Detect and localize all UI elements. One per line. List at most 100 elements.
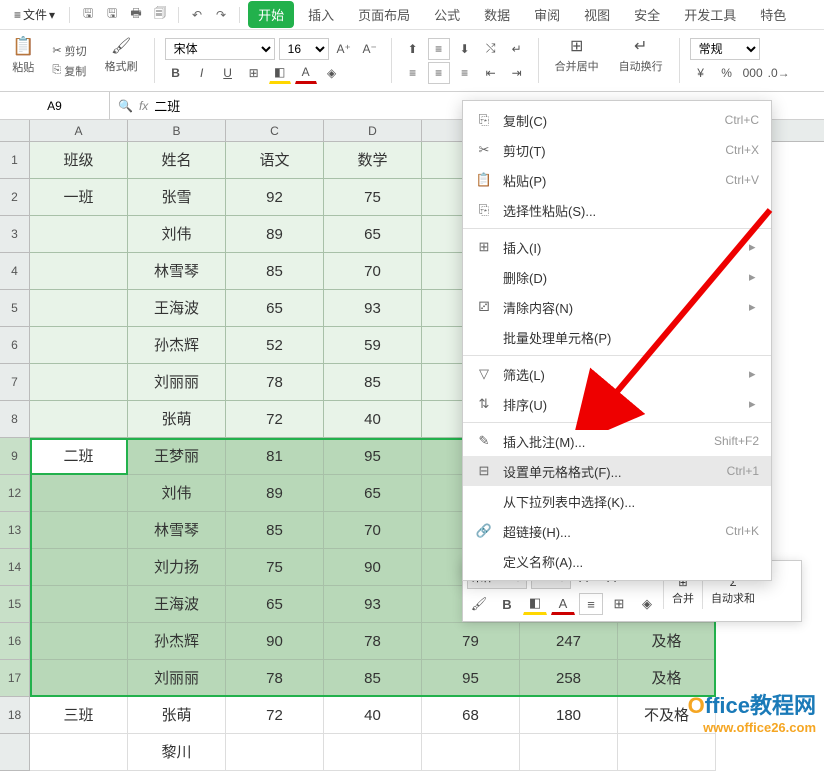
col-header-A[interactable]: A [30, 120, 128, 141]
row-header[interactable]: 5 [0, 290, 30, 327]
tab-special[interactable]: 特色 [750, 1, 796, 28]
cell[interactable] [30, 734, 128, 771]
cell[interactable]: 79 [422, 623, 520, 660]
cell[interactable]: 70 [324, 512, 422, 549]
tab-review[interactable]: 审阅 [524, 1, 570, 28]
print-preview-icon[interactable]: 🗐 [150, 5, 170, 25]
context-menu-item[interactable]: 定义名称(A)... [463, 546, 771, 576]
cell[interactable]: 72 [226, 697, 324, 734]
save-as-icon[interactable]: 🖫 [102, 5, 122, 25]
row-header[interactable]: 18 [0, 697, 30, 734]
save-icon[interactable]: 🖫 [78, 5, 98, 25]
font-name-select[interactable]: 宋体 [165, 38, 275, 60]
fill-color-button[interactable]: ◧ [269, 62, 291, 84]
cell[interactable]: 95 [422, 660, 520, 697]
mini-clear-icon[interactable]: ◈ [635, 593, 659, 615]
cell[interactable]: 刘丽丽 [128, 364, 226, 401]
cell[interactable]: 及格 [618, 623, 716, 660]
row-header[interactable]: 7 [0, 364, 30, 401]
cell[interactable]: 68 [422, 697, 520, 734]
cell[interactable] [30, 549, 128, 586]
align-bottom-icon[interactable]: ⬇ [454, 38, 476, 60]
undo-icon[interactable]: ↶ [187, 5, 207, 25]
cell[interactable]: 258 [520, 660, 618, 697]
align-right-icon[interactable]: ≡ [454, 62, 476, 84]
cell[interactable] [324, 734, 422, 771]
cell[interactable]: 张雪 [128, 179, 226, 216]
row-header[interactable] [0, 734, 30, 771]
mini-format-painter-icon[interactable]: 🖌 [467, 593, 491, 615]
decrease-indent-icon[interactable]: ⇤ [480, 62, 502, 84]
cell[interactable]: 王海波 [128, 586, 226, 623]
context-menu-item[interactable]: 📋粘贴(P)Ctrl+V [463, 165, 771, 195]
cell[interactable]: 林雪琴 [128, 512, 226, 549]
cell[interactable] [520, 734, 618, 771]
cell[interactable]: 65 [324, 216, 422, 253]
context-menu-item[interactable]: ✎插入批注(M)...Shift+F2 [463, 426, 771, 456]
cell[interactable]: 78 [226, 660, 324, 697]
tab-view[interactable]: 视图 [574, 1, 620, 28]
cell[interactable]: 张萌 [128, 401, 226, 438]
cell[interactable] [618, 734, 716, 771]
context-menu-item[interactable]: ▽筛选(L)▸ [463, 359, 771, 389]
mini-bold-button[interactable]: B [495, 593, 519, 615]
cell[interactable] [30, 586, 128, 623]
cell[interactable]: 语文 [226, 142, 324, 179]
cell[interactable]: 85 [226, 253, 324, 290]
currency-icon[interactable]: ¥ [690, 62, 712, 84]
cell[interactable]: 刘力扬 [128, 549, 226, 586]
cell[interactable]: 93 [324, 586, 422, 623]
row-header[interactable]: 8 [0, 401, 30, 438]
cell[interactable]: 孙杰辉 [128, 327, 226, 364]
increase-decimal-icon[interactable]: .0→ [768, 62, 790, 84]
cell[interactable]: 刘伟 [128, 216, 226, 253]
cell[interactable] [30, 216, 128, 253]
cell[interactable] [30, 253, 128, 290]
cell[interactable]: 王梦丽 [128, 438, 226, 475]
italic-button[interactable]: I [191, 62, 213, 84]
align-middle-icon[interactable]: ≡ [428, 38, 450, 60]
row-header[interactable]: 6 [0, 327, 30, 364]
format-painter-button[interactable]: 🖌 格式刷 [99, 34, 144, 87]
mini-border-button[interactable]: ⊞ [607, 593, 631, 615]
cell[interactable]: 89 [226, 216, 324, 253]
context-menu-item[interactable]: ⎘复制(C)Ctrl+C [463, 105, 771, 135]
cell[interactable] [30, 401, 128, 438]
context-menu-item[interactable]: ✂剪切(T)Ctrl+X [463, 135, 771, 165]
cell[interactable]: 75 [324, 179, 422, 216]
cell[interactable]: 数学 [324, 142, 422, 179]
file-menu[interactable]: ≡ 文件 ▾ [8, 4, 61, 25]
cell[interactable]: 93 [324, 290, 422, 327]
cell[interactable]: 40 [324, 401, 422, 438]
align-left-icon[interactable]: ≡ [402, 62, 424, 84]
cell[interactable]: 孙杰辉 [128, 623, 226, 660]
cell[interactable]: 72 [226, 401, 324, 438]
decrease-font-icon[interactable]: A⁻ [359, 38, 381, 60]
tab-insert[interactable]: 插入 [298, 1, 344, 28]
cell[interactable]: 52 [226, 327, 324, 364]
context-menu-item[interactable]: ⎘选择性粘贴(S)... [463, 195, 771, 225]
number-format-select[interactable]: 常规 [690, 38, 760, 60]
copy-button[interactable]: ⎘复制 [48, 62, 90, 80]
cell[interactable] [226, 734, 324, 771]
auto-wrap-button[interactable]: ↵ 自动换行 [613, 34, 669, 87]
cell[interactable]: 78 [226, 364, 324, 401]
col-header-C[interactable]: C [226, 120, 324, 141]
context-menu-item[interactable]: ⊟设置单元格格式(F)...Ctrl+1 [463, 456, 771, 486]
cell[interactable]: 90 [226, 623, 324, 660]
tab-developer[interactable]: 开发工具 [674, 1, 746, 28]
row-header[interactable]: 14 [0, 549, 30, 586]
row-header[interactable]: 12 [0, 475, 30, 512]
cell[interactable] [422, 734, 520, 771]
cell[interactable]: 90 [324, 549, 422, 586]
align-center-icon[interactable]: ≡ [428, 62, 450, 84]
context-menu-item[interactable]: 从下拉列表中选择(K)... [463, 486, 771, 516]
cell[interactable]: 247 [520, 623, 618, 660]
paste-button[interactable]: 📋 粘贴 [6, 34, 40, 87]
select-all-corner[interactable] [0, 120, 30, 141]
cell[interactable]: 一班 [30, 179, 128, 216]
wrap-text-icon[interactable]: ↵ [506, 38, 528, 60]
mini-fill-color-button[interactable]: ◧ [523, 593, 547, 615]
cell[interactable]: 85 [226, 512, 324, 549]
mini-font-color-button[interactable]: A [551, 593, 575, 615]
